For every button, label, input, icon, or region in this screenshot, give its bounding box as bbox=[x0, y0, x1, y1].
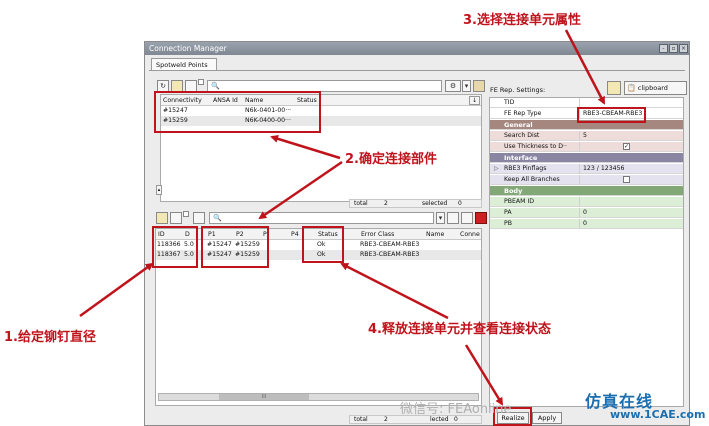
watermark-wechat: 微信号: FEAonline bbox=[400, 402, 512, 417]
arrow-to-connectivity bbox=[270, 134, 341, 160]
annotation-1: 1.给定铆钉直径 bbox=[4, 330, 96, 345]
watermark-site: www.1CAE.com bbox=[610, 408, 706, 421]
arrow-to-fe-rep-type bbox=[564, 29, 606, 105]
arrow-to-status bbox=[340, 262, 449, 320]
annotation-3: 3.选择连接单元属性 bbox=[463, 13, 581, 28]
annotation-2: 2.确定连接部件 bbox=[345, 152, 437, 167]
arrow-to-realize bbox=[464, 344, 504, 406]
arrow-to-parts bbox=[258, 160, 343, 220]
annotation-4: 4.释放连接单元并查看连接状态 bbox=[368, 322, 551, 337]
arrow-to-id-diameter bbox=[79, 262, 154, 318]
annotation-arrows bbox=[79, 29, 606, 406]
